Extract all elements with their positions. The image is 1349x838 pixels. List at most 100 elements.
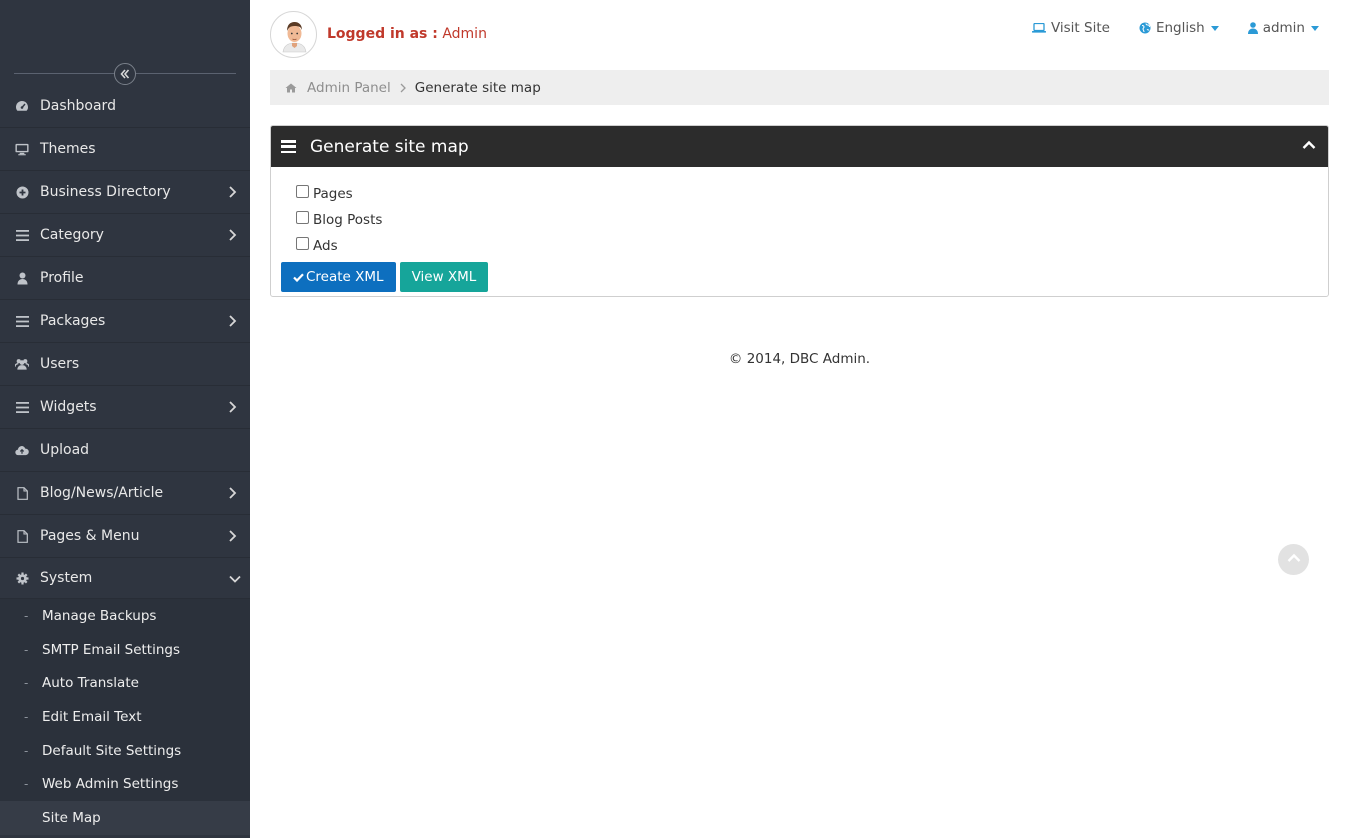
submenu-item-label: Manage Backups [42,607,157,624]
panel-body: Pages Blog Posts Ads Create XML View XML [271,167,1328,292]
sidebar-item-dashboard[interactable]: Dashboard [0,85,250,128]
submenu-item-default-site-settings[interactable]: - Default Site Settings [0,734,250,768]
chevron-right-icon [228,185,240,199]
sidebar-item-label: Themes [40,141,96,157]
sidebar-item-packages[interactable]: Packages [0,300,250,343]
submenu-item-label: Web Admin Settings [42,776,179,793]
visit-site-label: Visit Site [1050,20,1110,36]
list-icon [15,400,29,414]
dash-marker: - [24,676,29,691]
option-ads: Ads [296,233,1303,259]
dash-marker: - [24,642,29,657]
ads-checkbox[interactable] [296,237,309,250]
caret-down-icon [1311,25,1319,31]
sidebar-item-users[interactable]: Users [0,343,250,386]
bars-icon [281,140,296,153]
top-navigation: Visit Site English admin [1031,20,1319,36]
submenu-item-edit-email-text[interactable]: - Edit Email Text [0,700,250,734]
create-xml-button[interactable]: Create XML [281,262,396,292]
sidebar-item-category[interactable]: Category [0,214,250,257]
submenu-item-label: Edit Email Text [42,708,142,725]
user-icon [15,271,29,285]
sidebar-item-widgets[interactable]: Widgets [0,386,250,429]
avatar[interactable] [270,11,317,58]
pages-checkbox[interactable] [296,185,309,198]
sidebar-item-themes[interactable]: Themes [0,128,250,171]
globe-icon [1139,22,1151,34]
sidebar-item-label: Blog/News/Article [40,485,164,501]
sidebar-item-profile[interactable]: Profile [0,257,250,300]
logged-in-label: Logged in as : [327,26,438,42]
sidebar-item-blog-news-article[interactable]: Blog/News/Article [0,472,250,515]
blog-posts-checkbox[interactable] [296,211,309,224]
view-xml-label: View XML [411,269,477,285]
file-icon [15,529,29,543]
caret-down-icon [1210,25,1219,31]
sidebar-item-system[interactable]: System [0,558,250,599]
chevron-right-icon [228,486,240,500]
language-dropdown[interactable]: English [1139,20,1219,36]
sidebar-item-label: Widgets [40,399,97,415]
option-pages: Pages [296,181,1303,207]
dash-marker: - [24,608,29,623]
chevron-right-icon [228,400,240,414]
sidebar: Dashboard Themes Business Directory Cate… [0,0,250,838]
list-icon [15,228,29,242]
chevron-down-icon [228,572,241,586]
submenu-item-site-map[interactable]: - Site Map [0,801,250,835]
double-chevron-left-icon[interactable] [114,63,136,85]
submenu-item-smtp-email-settings[interactable]: - SMTP Email Settings [0,633,250,667]
logged-in-indicator: Logged in as : Admin [327,26,487,42]
sidebar-item-label: Upload [40,442,90,458]
chevron-up-icon[interactable] [1302,139,1316,154]
panel-header: Generate site map [271,126,1328,167]
sidebar-item-label: Profile [40,270,84,286]
blog-posts-label: Blog Posts [313,212,383,228]
sidebar-item-label: Users [40,356,80,372]
dashboard-icon [15,99,29,113]
sidebar-item-label: Pages & Menu [40,528,140,544]
dash-marker: - [24,777,29,792]
sidebar-item-label: System [40,570,93,586]
file-icon [15,486,29,500]
sidebar-item-business-directory[interactable]: Business Directory [0,171,250,214]
submenu-item-label: SMTP Email Settings [42,641,181,658]
breadcrumb-admin-panel-link[interactable]: Admin Panel [307,80,391,96]
chevron-up-icon [1287,552,1301,567]
sidebar-item-label: Business Directory [40,184,171,200]
footer-copyright: © 2014, DBC Admin. [728,351,871,367]
sidebar-item-upload[interactable]: Upload [0,429,250,472]
submenu-item-auto-translate[interactable]: - Auto Translate [0,666,250,700]
logged-in-username: Admin [442,26,487,42]
option-blog-posts: Blog Posts [296,207,1303,233]
home-icon[interactable] [285,83,297,93]
submenu-item-label: Site Map [42,809,101,826]
user-menu-dropdown[interactable]: admin [1247,20,1319,36]
system-submenu: - Manage Backups - SMTP Email Settings -… [0,599,250,835]
submenu-item-web-admin-settings[interactable]: - Web Admin Settings [0,767,250,801]
dash-marker: - [24,709,29,724]
visit-site-link[interactable]: Visit Site [1031,20,1110,36]
gear-icon [15,571,29,585]
sitemap-panel: Generate site map Pages Blog Posts Ads C… [270,125,1329,297]
submenu-item-manage-backups[interactable]: - Manage Backups [0,599,250,633]
sidebar-item-label: Packages [40,313,106,329]
user-menu-label: admin [1262,20,1305,36]
breadcrumb: Admin Panel Generate site map [270,70,1329,105]
sidebar-item-pages-menu[interactable]: Pages & Menu [0,515,250,558]
dash-marker: - [24,743,29,758]
cloud-upload-icon [15,443,29,457]
view-xml-button[interactable]: View XML [399,262,489,292]
user-icon [1247,22,1258,34]
scroll-to-top-button[interactable] [1278,544,1309,575]
users-icon [15,357,29,371]
submenu-item-label: Auto Translate [42,675,139,692]
pages-label: Pages [313,186,353,202]
sidebar-nav: Dashboard Themes Business Directory Cate… [0,85,250,835]
plus-circle-icon [15,185,29,199]
chevron-right-icon [228,228,240,242]
action-buttons: Create XML View XML [281,262,1303,292]
submenu-item-label: Default Site Settings [42,742,182,759]
sidebar-item-label: Category [40,227,104,243]
create-xml-label: Create XML [306,269,384,285]
